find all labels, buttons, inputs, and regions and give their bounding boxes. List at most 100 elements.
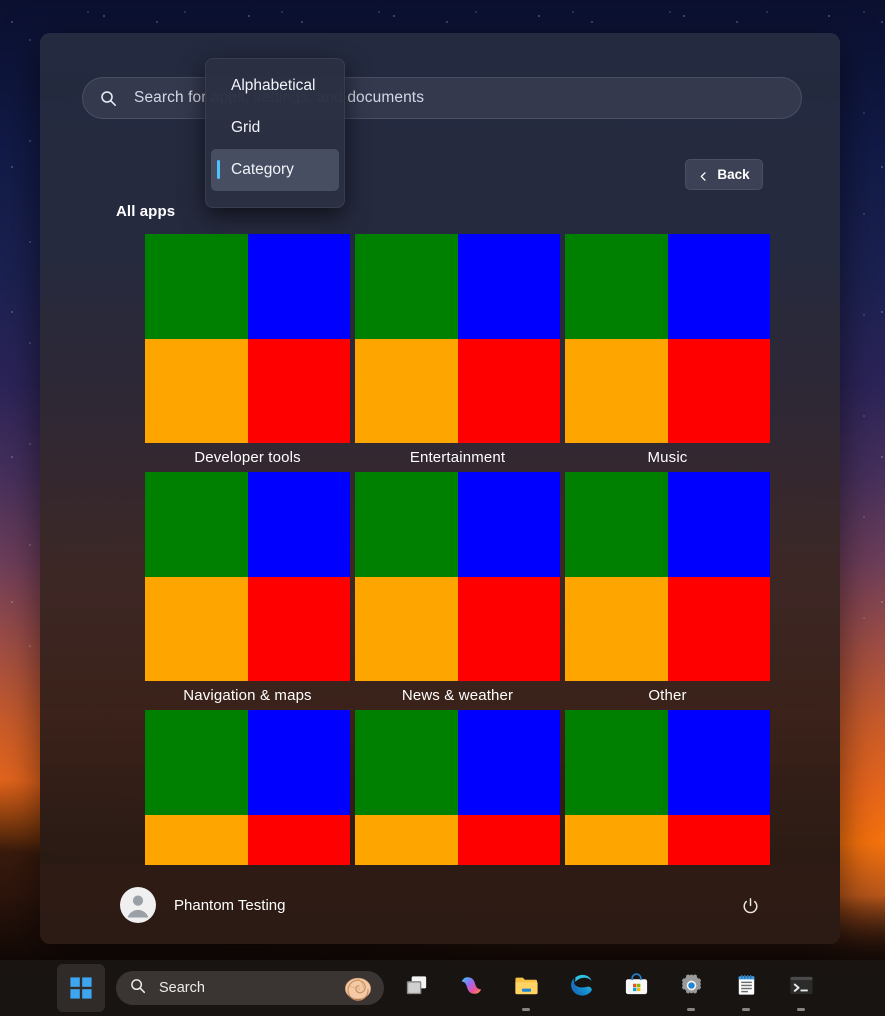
tile-top-right[interactable]	[458, 234, 561, 339]
terminal-icon	[788, 972, 815, 1004]
microsoft-store-icon	[623, 972, 650, 1004]
apps-scroll-area[interactable]: Developer tools Entertainment Music Navigat…	[40, 205, 840, 865]
taskbar-search-box[interactable]: Search	[116, 971, 384, 1005]
tile-top-right[interactable]	[668, 234, 771, 339]
tile-bottom-right[interactable]	[668, 577, 771, 682]
category-tile-grid[interactable]	[355, 234, 560, 443]
tile-top-left[interactable]	[145, 710, 248, 815]
notepad-icon	[733, 972, 760, 1004]
tile-bottom-left[interactable]	[145, 815, 248, 866]
category-group: News & weather	[355, 472, 560, 704]
tile-top-right[interactable]	[248, 472, 351, 577]
tile-bottom-left[interactable]	[565, 815, 668, 866]
account-name-label: Phantom Testing	[174, 897, 285, 914]
tile-bottom-left[interactable]	[565, 339, 668, 444]
taskbar-running-indicator	[687, 1008, 695, 1011]
category-tile-grid[interactable]	[565, 234, 770, 443]
taskbar-item-file-explorer[interactable]	[510, 972, 542, 1004]
tile-top-left[interactable]	[355, 234, 458, 339]
taskbar-item-task-view[interactable]	[400, 972, 432, 1004]
taskbar-running-indicator	[797, 1008, 805, 1011]
tile-bottom-left[interactable]	[145, 577, 248, 682]
windows-logo-icon	[69, 976, 93, 1000]
tile-top-left[interactable]	[145, 234, 248, 339]
category-group	[565, 710, 770, 865]
sort-option-grid[interactable]: Grid	[211, 107, 339, 149]
tile-bottom-right[interactable]	[668, 815, 771, 866]
taskbar-running-indicator	[742, 1008, 750, 1011]
taskbar-item-microsoft-edge[interactable]	[565, 972, 597, 1004]
tile-bottom-left[interactable]	[355, 815, 458, 866]
start-search-input[interactable]: Search for apps, settings, and documents	[82, 77, 802, 119]
category-tile-grid[interactable]	[145, 472, 350, 681]
power-button[interactable]	[734, 890, 766, 922]
tile-bottom-left[interactable]	[145, 339, 248, 444]
category-tile-grid[interactable]	[145, 710, 350, 865]
category-tile-grid[interactable]	[565, 710, 770, 865]
tile-bottom-right[interactable]	[458, 339, 561, 444]
tile-bottom-right[interactable]	[248, 815, 351, 866]
back-button-label: Back	[717, 167, 749, 182]
settings-gear-icon	[678, 972, 705, 1004]
copilot-icon	[458, 972, 485, 1004]
tile-top-left[interactable]	[355, 710, 458, 815]
taskbar-item-settings[interactable]	[675, 972, 707, 1004]
back-button[interactable]: Back	[685, 159, 763, 190]
start-menu-footer: Phantom Testing	[40, 865, 840, 944]
tile-bottom-right[interactable]	[668, 339, 771, 444]
tile-top-right[interactable]	[248, 710, 351, 815]
category-label: Entertainment	[355, 449, 560, 466]
tile-bottom-right[interactable]	[248, 577, 351, 682]
tile-bottom-left[interactable]	[355, 577, 458, 682]
category-label: Navigation & maps	[145, 687, 350, 704]
category-group	[145, 710, 350, 865]
power-icon	[740, 896, 761, 917]
category-tile-grid[interactable]	[355, 472, 560, 681]
taskbar: Search	[0, 960, 885, 1016]
tile-bottom-left[interactable]	[355, 339, 458, 444]
chevron-left-icon	[698, 169, 709, 180]
tile-top-right[interactable]	[668, 710, 771, 815]
tile-top-right[interactable]	[458, 710, 561, 815]
search-icon	[100, 90, 117, 107]
tile-top-right[interactable]	[668, 472, 771, 577]
category-tile-grid[interactable]	[145, 234, 350, 443]
taskbar-item-notepad[interactable]	[730, 972, 762, 1004]
edge-icon	[568, 972, 595, 1004]
tile-top-left[interactable]	[565, 472, 668, 577]
taskbar-start-button[interactable]	[57, 964, 105, 1012]
start-menu-panel: Search for apps, settings, and documents…	[40, 33, 840, 944]
tile-top-left[interactable]	[565, 710, 668, 815]
category-label: News & weather	[355, 687, 560, 704]
sort-order-flyout[interactable]: AlphabeticalGridCategory	[205, 58, 345, 208]
nautilus-shell-icon	[344, 974, 372, 1002]
tile-top-left[interactable]	[355, 472, 458, 577]
tile-bottom-right[interactable]	[458, 577, 561, 682]
tile-top-left[interactable]	[145, 472, 248, 577]
user-avatar-icon	[120, 887, 156, 923]
category-tile-grid[interactable]	[355, 710, 560, 865]
tile-top-right[interactable]	[248, 234, 351, 339]
taskbar-search-label: Search	[159, 980, 205, 996]
taskbar-item-terminal[interactable]	[785, 972, 817, 1004]
category-label: Music	[565, 449, 770, 466]
taskbar-item-microsoft-store[interactable]	[620, 972, 652, 1004]
category-group: Other	[565, 472, 770, 704]
file-explorer-icon	[513, 972, 540, 1004]
category-label: Other	[565, 687, 770, 704]
taskbar-item-copilot[interactable]	[455, 972, 487, 1004]
tile-top-right[interactable]	[458, 472, 561, 577]
tile-top-left[interactable]	[565, 234, 668, 339]
category-label: Developer tools	[145, 449, 350, 466]
sort-option-category[interactable]: Category	[211, 149, 339, 191]
category-group: Music	[565, 234, 770, 466]
account-button[interactable]: Phantom Testing	[120, 887, 285, 923]
category-tile-grid[interactable]	[565, 472, 770, 681]
category-group: Entertainment	[355, 234, 560, 466]
sort-option-alphabetical[interactable]: Alphabetical	[211, 65, 339, 107]
task-view-icon	[403, 972, 430, 1004]
tile-bottom-right[interactable]	[458, 815, 561, 866]
tile-bottom-right[interactable]	[248, 339, 351, 444]
taskbar-running-indicator	[522, 1008, 530, 1011]
tile-bottom-left[interactable]	[565, 577, 668, 682]
